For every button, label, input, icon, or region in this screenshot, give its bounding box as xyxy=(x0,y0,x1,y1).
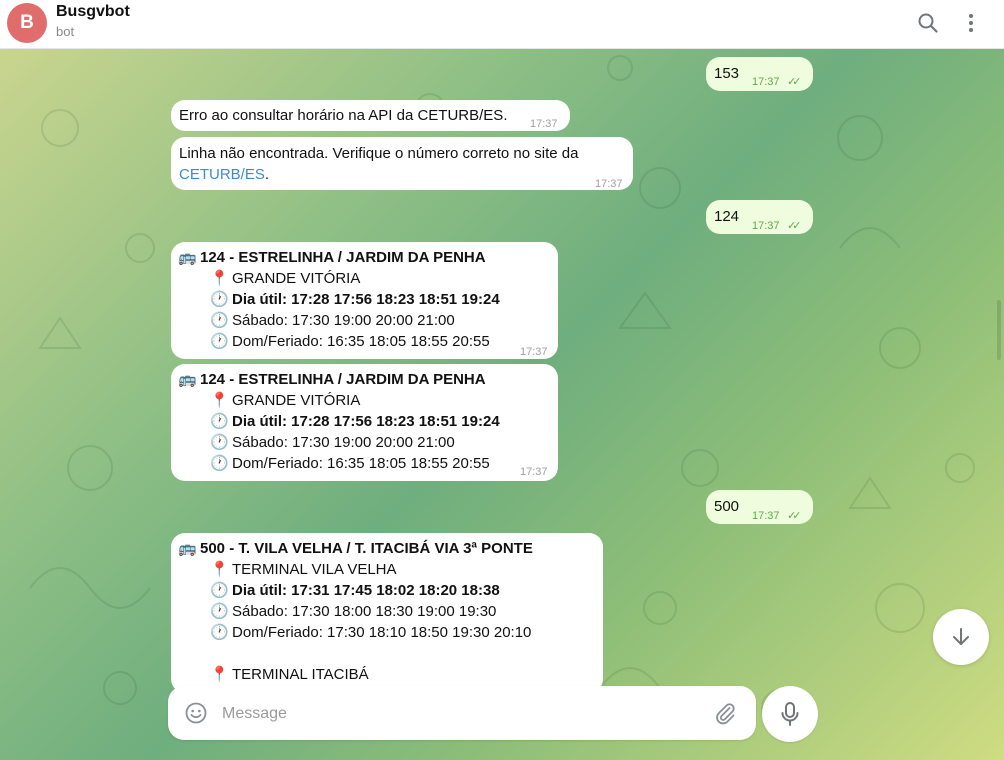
bus-icon: 🚌 xyxy=(178,371,197,388)
more-vertical-icon[interactable] xyxy=(958,10,984,36)
message-time: 17:37 xyxy=(752,76,780,88)
message-time: 17:37 xyxy=(752,510,780,522)
clock-icon: 🕐 xyxy=(210,434,229,451)
clock-icon: 🕐 xyxy=(210,455,229,472)
message-incoming[interactable]: 🚌 500 - T. VILA VELHA / T. ITACIBÁ VIA 3ª… xyxy=(171,533,603,693)
read-ticks-icon: ✓✓ xyxy=(787,220,802,232)
bus-icon: 🚌 xyxy=(178,249,197,266)
stop-name: TERMINAL VILA VELHA xyxy=(232,561,397,578)
weekday-schedule: Dia útil: 17:31 17:45 18:02 18:20 18:38 xyxy=(232,582,500,599)
message-time: 17:37 xyxy=(752,220,780,232)
route-title: 500 - T. VILA VELHA / T. ITACIBÁ VIA 3ª … xyxy=(200,540,533,557)
avatar[interactable]: B xyxy=(7,3,47,43)
message-incoming[interactable]: 🚌 124 - ESTRELINHA / JARDIM DA PENHA 📍 GRA… xyxy=(171,364,558,481)
message-time: 17:37 xyxy=(520,466,548,478)
clock-icon: 🕐 xyxy=(210,312,229,329)
scroll-down-button[interactable] xyxy=(933,609,989,665)
weekday-schedule: Dia útil: 17:28 17:56 18:23 18:51 19:24 xyxy=(232,291,500,308)
search-icon[interactable] xyxy=(915,10,941,36)
clock-icon: 🕐 xyxy=(210,291,229,308)
chat-title[interactable]: Busgvbot xyxy=(56,3,130,21)
message-incoming[interactable]: Erro ao consultar horário na API da CETU… xyxy=(171,100,570,131)
stop-name: GRANDE VITÓRIA xyxy=(232,270,361,287)
chat-area[interactable]: 153 17:37 ✓✓ Erro ao consultar horário n… xyxy=(0,48,1004,760)
message-text: 500 xyxy=(714,498,740,515)
chat-header: B Busgvbot bot xyxy=(0,0,1004,49)
message-time: 17:37 xyxy=(530,118,558,130)
route-title: 124 - ESTRELINHA / JARDIM DA PENHA xyxy=(200,249,486,266)
clock-icon: 🕐 xyxy=(210,624,229,641)
clock-icon: 🕐 xyxy=(210,333,229,350)
message-outgoing[interactable]: 500 17:37 ✓✓ xyxy=(706,490,813,524)
message-input[interactable] xyxy=(220,700,694,728)
message-time: 17:37 xyxy=(595,178,623,190)
stop-name: GRANDE VITÓRIA xyxy=(232,392,361,409)
read-ticks-icon: ✓✓ xyxy=(787,510,802,522)
message-outgoing[interactable]: 153 17:37 ✓✓ xyxy=(706,57,813,91)
emoji-icon[interactable] xyxy=(184,701,208,725)
pin-icon: 📍 xyxy=(210,392,229,409)
message-text: 124 xyxy=(714,208,740,225)
message-text: Linha não encontrada. Verifique o número… xyxy=(179,145,579,162)
sunday-schedule: Dom/Feriado: 17:30 18:10 18:50 19:30 20:… xyxy=(232,624,532,641)
route-title: 124 - ESTRELINHA / JARDIM DA PENHA xyxy=(200,371,486,388)
arrow-down-icon xyxy=(953,628,969,645)
paperclip-icon[interactable] xyxy=(713,701,737,725)
read-ticks-icon: ✓✓ xyxy=(787,76,802,88)
sunday-schedule: Dom/Feriado: 16:35 18:05 18:55 20:55 xyxy=(232,333,490,350)
message-outgoing[interactable]: 124 17:37 ✓✓ xyxy=(706,200,813,234)
message-text: Erro ao consultar horário na API da CETU… xyxy=(179,107,508,124)
message-incoming[interactable]: Linha não encontrada. Verifique o número… xyxy=(171,137,633,190)
message-time: 17:37 xyxy=(520,346,548,358)
clock-icon: 🕐 xyxy=(210,603,229,620)
bus-icon: 🚌 xyxy=(178,540,197,557)
ceturb-link[interactable]: CETURB/ES xyxy=(179,166,265,183)
chat-scrollbar[interactable] xyxy=(997,300,1001,360)
saturday-schedule: Sábado: 17:30 19:00 20:00 21:00 xyxy=(232,312,455,329)
pin-icon: 📍 xyxy=(210,270,229,287)
message-text: 153 xyxy=(714,65,740,82)
clock-icon: 🕐 xyxy=(210,582,229,599)
message-composer xyxy=(168,686,756,740)
chat-subtitle: bot xyxy=(56,24,75,39)
message-incoming[interactable]: 🚌 124 - ESTRELINHA / JARDIM DA PENHA 📍 GRA… xyxy=(171,242,558,359)
saturday-schedule: Sábado: 17:30 19:00 20:00 21:00 xyxy=(232,434,455,451)
sunday-schedule: Dom/Feriado: 16:35 18:05 18:55 20:55 xyxy=(232,455,490,472)
saturday-schedule: Sábado: 17:30 18:00 18:30 19:00 19:30 xyxy=(232,603,497,620)
record-voice-button[interactable] xyxy=(762,686,818,742)
microphone-icon xyxy=(781,702,799,726)
pin-icon: 📍 xyxy=(210,561,229,578)
weekday-schedule: Dia útil: 17:28 17:56 18:23 18:51 19:24 xyxy=(232,413,500,430)
message-text-end: . xyxy=(264,166,270,183)
clock-icon: 🕐 xyxy=(210,413,229,430)
